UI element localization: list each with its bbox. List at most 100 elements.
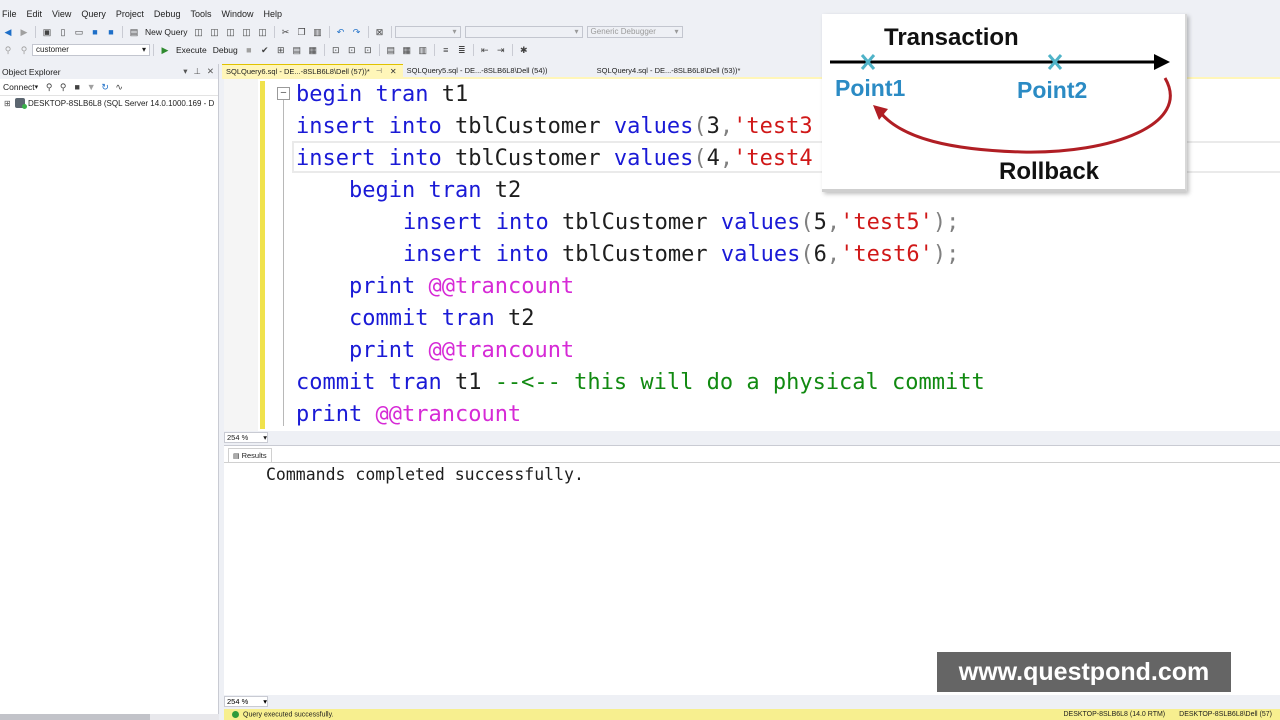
decrease-indent-icon[interactable]: ⇤: [479, 44, 491, 56]
sql-editor-toolbar: ⚲ ⚲ customer ▾ ▶ Execute Debug ■ ✔ ⊞ ▤ ▦ …: [0, 41, 820, 59]
analysis-query-icon[interactable]: ◫: [241, 26, 253, 38]
new-file-icon[interactable]: ▯: [57, 26, 69, 38]
menu-edit[interactable]: Edit: [22, 6, 48, 22]
code-keyword: print: [296, 402, 363, 427]
tab-label: SQLQuery4.sql - DE...-8SLB6L8\Dell (53))…: [596, 66, 741, 75]
uncomment-icon[interactable]: ≣: [456, 44, 468, 56]
code-area[interactable]: begin tran t1 insert into tblCustomer va…: [296, 79, 985, 427]
expand-icon[interactable]: ⊞: [4, 99, 12, 108]
new-query-icon[interactable]: ▤: [128, 26, 140, 38]
live-stats-icon[interactable]: ⊡: [346, 44, 358, 56]
code-line: begin tran t1: [296, 79, 468, 111]
chevron-down-icon[interactable]: ▾: [183, 66, 187, 76]
code-line: commit tran t1 --<-- this will do a phys…: [296, 367, 985, 399]
paste-icon[interactable]: ▥: [312, 26, 324, 38]
execute-button[interactable]: Execute: [173, 45, 210, 55]
tab-sqlquery5[interactable]: SQLQuery5.sql - DE...-8SLB6L8\Dell (54)): [403, 64, 593, 78]
collapse-icon[interactable]: −: [277, 87, 290, 100]
execute-icon[interactable]: ▶: [159, 44, 171, 56]
disconnect-icon[interactable]: ⚲: [58, 81, 68, 93]
connect-plug-icon[interactable]: ⚲: [44, 81, 54, 93]
menu-query[interactable]: Query: [76, 6, 111, 22]
increase-indent-icon[interactable]: ⇥: [495, 44, 507, 56]
filter-icon[interactable]: ▼: [86, 81, 96, 93]
toolbar-separator: [511, 44, 513, 56]
tab-sqlquery6[interactable]: SQLQuery6.sql - DE...-8SLB6L8\Dell (57))…: [222, 64, 403, 78]
change-tracking-bar: [260, 81, 265, 429]
change-connection-icon[interactable]: ⚲: [18, 44, 30, 56]
activity-monitor-icon[interactable]: ∿: [114, 81, 124, 93]
chevron-down-icon[interactable]: ▾: [35, 83, 39, 91]
success-icon: [232, 710, 239, 718]
code-keyword: values: [613, 146, 694, 171]
scrollbar-thumb[interactable]: [0, 714, 150, 720]
menu-debug[interactable]: Debug: [149, 6, 186, 22]
menu-help[interactable]: Help: [258, 6, 287, 22]
connect-button[interactable]: Connect: [3, 82, 35, 92]
code-keyword: values: [720, 242, 801, 267]
results-text-icon[interactable]: ▤: [385, 44, 397, 56]
menu-file[interactable]: File: [0, 6, 22, 22]
server-node[interactable]: ⊞ DESKTOP-8SLB6L8 (SQL Server 14.0.1000.…: [0, 96, 218, 110]
transaction-diagram: Transaction Point1 Point2 Rollback: [822, 14, 1187, 192]
results-message: Commands completed successfully.: [266, 465, 584, 484]
xmla-query-icon[interactable]: ◫: [225, 26, 237, 38]
report-query-icon[interactable]: ◫: [257, 26, 269, 38]
results-zoom-combo[interactable]: 254 % ▾: [224, 696, 268, 707]
results-file-icon[interactable]: ▥: [417, 44, 429, 56]
server-node-label: DESKTOP-8SLB6L8 (SQL Server 14.0.1000.16…: [28, 98, 215, 108]
status-bar: Query executed successfully. DESKTOP-8SL…: [224, 709, 1280, 720]
results-tab-divider: [224, 462, 1280, 463]
solution-config-combo[interactable]: ▾: [394, 26, 461, 38]
cut-icon[interactable]: ✂: [280, 26, 292, 38]
code-number: 6: [813, 242, 827, 267]
comment-icon[interactable]: ≡: [440, 44, 452, 56]
estimated-plan-icon[interactable]: ⊞: [275, 44, 287, 56]
parse-icon[interactable]: ✔: [259, 44, 271, 56]
undo-icon[interactable]: ↶: [335, 26, 347, 38]
close-icon[interactable]: ✕: [207, 66, 214, 76]
dmx-query-icon[interactable]: ◫: [209, 26, 221, 38]
new-query-button[interactable]: New Query: [142, 27, 191, 37]
connect-icon[interactable]: ⚲: [2, 44, 14, 56]
save-all-icon[interactable]: ■: [105, 26, 117, 38]
new-project-icon[interactable]: ▣: [41, 26, 53, 38]
refresh-icon[interactable]: ↻: [100, 81, 110, 93]
debugger-combo[interactable]: Generic Debugger ▾: [586, 26, 683, 38]
save-icon[interactable]: ■: [89, 26, 101, 38]
code-string: 'test4: [733, 146, 813, 171]
database-combo[interactable]: customer ▾: [32, 44, 150, 56]
results-zoom-bar: 254 % ▾: [224, 695, 1280, 708]
code-keyword: print: [349, 338, 416, 363]
object-explorer-title: Object Explorer: [2, 66, 61, 77]
horizontal-scrollbar[interactable]: [0, 714, 219, 720]
code-keyword: insert into: [403, 210, 549, 235]
menu-window[interactable]: Window: [216, 6, 258, 22]
code-line: commit tran t2: [349, 303, 534, 335]
copy-icon[interactable]: ❐: [296, 26, 308, 38]
redo-icon[interactable]: ↷: [351, 26, 363, 38]
pin-icon[interactable]: ⊥: [193, 66, 200, 76]
cancel-query-icon[interactable]: ■: [243, 44, 255, 56]
editor-zoom-combo[interactable]: 254 % ▾: [224, 432, 268, 443]
back-icon[interactable]: ◀: [2, 26, 14, 38]
object-browser-icon[interactable]: ⊠: [374, 26, 386, 38]
mdx-query-icon[interactable]: ◫: [193, 26, 205, 38]
intellisense-icon[interactable]: ▦: [307, 44, 319, 56]
specify-values-icon[interactable]: ✱: [518, 44, 530, 56]
query-options-icon[interactable]: ▤: [291, 44, 303, 56]
open-file-icon[interactable]: ▭: [73, 26, 85, 38]
menu-view[interactable]: View: [47, 6, 76, 22]
tab-sqlquery4[interactable]: SQLQuery4.sql - DE...-8SLB6L8\Dell (53))…: [593, 64, 747, 78]
actual-plan-icon[interactable]: ⊡: [330, 44, 342, 56]
tab-results[interactable]: ▤ Results: [228, 448, 272, 462]
code-punct: );: [932, 242, 960, 267]
menu-project[interactable]: Project: [111, 6, 149, 22]
client-stats-icon[interactable]: ⊡: [362, 44, 374, 56]
stop-icon[interactable]: ■: [72, 81, 82, 93]
menu-tools[interactable]: Tools: [185, 6, 216, 22]
debug-button[interactable]: Debug: [210, 45, 241, 55]
results-grid-icon[interactable]: ▦: [401, 44, 413, 56]
forward-icon[interactable]: ▶: [18, 26, 30, 38]
solution-platform-combo[interactable]: ▾: [464, 26, 583, 38]
